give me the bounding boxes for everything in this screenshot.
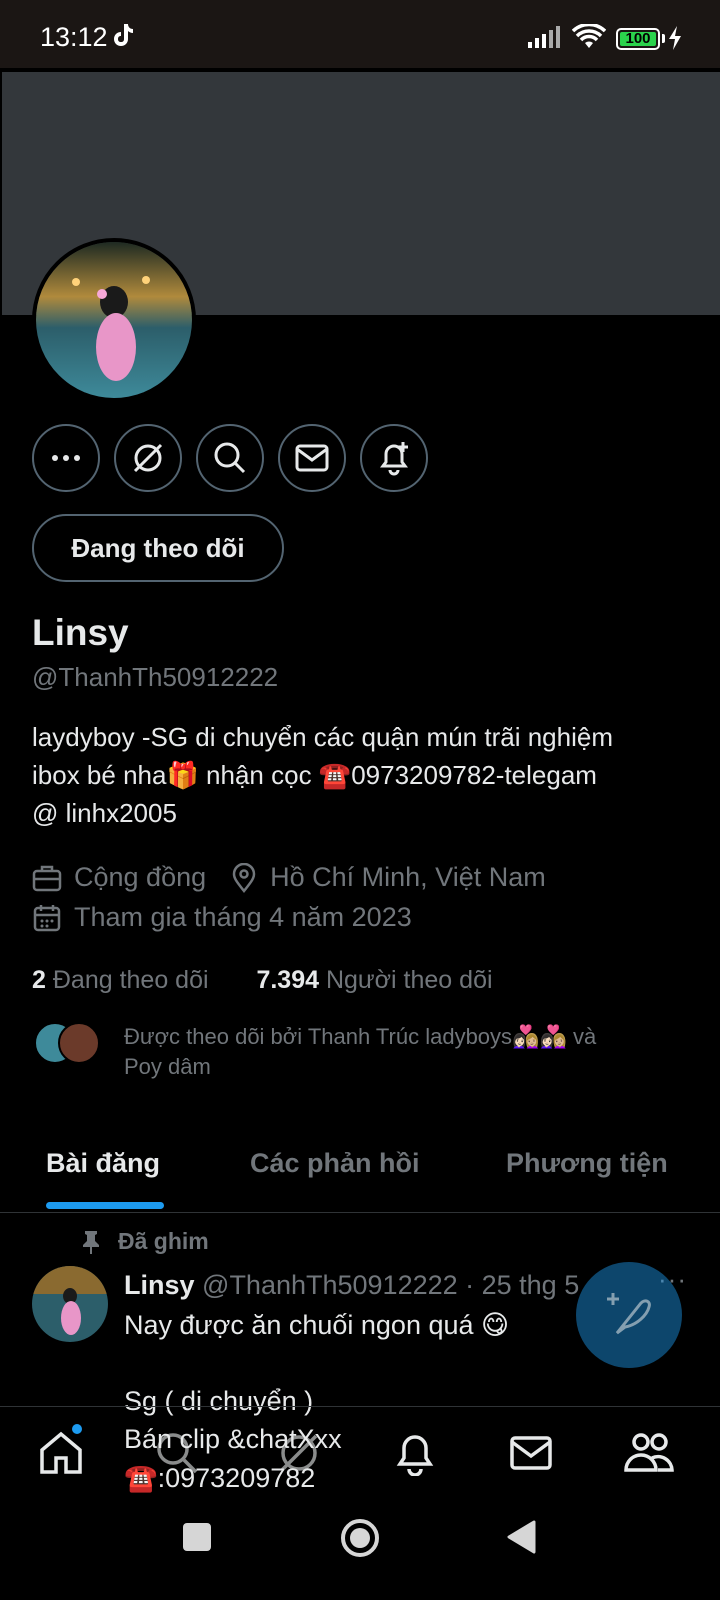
location-icon (232, 862, 256, 893)
follower-avatar (58, 1022, 100, 1064)
active-tab-indicator (46, 1202, 164, 1209)
gift-emoji: 🎁 (166, 760, 199, 790)
status-time: 13:12 (40, 22, 108, 52)
pin-icon (83, 1230, 99, 1254)
tab-posts[interactable]: Bài đăng (46, 1148, 160, 1179)
join-date-row: Tham gia tháng 4 năm 2023 (32, 902, 412, 933)
wifi-icon (572, 24, 606, 48)
home-circle-button[interactable] (340, 1518, 380, 1558)
post-author[interactable]: Linsy (124, 1270, 195, 1300)
battery-icon: 100 (616, 28, 660, 50)
tiktok-icon (114, 24, 133, 46)
signal-icon (528, 26, 560, 48)
charging-bolt-icon (669, 26, 681, 50)
status-bar: 13:12 100 (0, 0, 720, 68)
post-text: Sg ( di chuyển ) (124, 1386, 314, 1416)
followed-by-text[interactable]: Được theo dõi bởi Thanh Trúc ladyboys👩🏻‍… (124, 1022, 664, 1082)
grok-icon[interactable] (276, 1430, 322, 1476)
location-label: Hồ Chí Minh, Việt Nam (270, 862, 546, 892)
briefcase-icon (32, 865, 62, 891)
more-button[interactable] (32, 424, 100, 492)
followers-stat[interactable]: 7.394 Người theo dõi (256, 966, 492, 994)
profile-tabs: Bài đăng Các phản hồi Phương tiện (0, 1120, 720, 1212)
following-stat[interactable]: 2 Đang theo dõi (32, 966, 209, 994)
bell-plus-icon (380, 442, 408, 476)
post-avatar[interactable] (32, 1266, 108, 1342)
mail-icon[interactable] (508, 1430, 554, 1476)
grok-icon (133, 443, 163, 473)
tab-replies[interactable]: Các phản hồi (250, 1148, 420, 1179)
nav-divider (0, 1406, 720, 1407)
back-triangle-button[interactable] (506, 1520, 536, 1554)
bell-icon[interactable] (392, 1430, 438, 1476)
home-icon[interactable] (38, 1430, 84, 1476)
tab-media[interactable]: Phương tiện (506, 1148, 668, 1179)
pinned-label: Đã ghim (80, 1228, 209, 1255)
bio: laydyboy -SG di chuyển các quận mún trãi… (32, 718, 692, 832)
follow-stats: 2 Đang theo dõi 7.394 Người theo dõi (32, 966, 493, 995)
message-button[interactable] (278, 424, 346, 492)
phone-emoji: ☎️ (318, 760, 352, 790)
divider (0, 1212, 720, 1213)
search-profile-button[interactable] (196, 424, 264, 492)
bio-link[interactable]: @ linhx2005 (32, 794, 692, 832)
mail-icon (295, 444, 329, 472)
following-button[interactable]: Đang theo dõi (32, 514, 284, 582)
post-header: Linsy @ThanhTh50912222 · 25 thg 5 (124, 1270, 579, 1301)
compose-button[interactable] (576, 1262, 682, 1368)
profile-avatar[interactable] (32, 238, 196, 402)
bio-line: ibox bé nha🎁 nhận cọc ☎️0973209782-teleg… (32, 760, 597, 790)
grok-button[interactable] (114, 424, 182, 492)
feather-plus-icon (607, 1293, 651, 1335)
user-handle: @ThanhTh50912222 (32, 662, 279, 692)
join-date: Tham gia tháng 4 năm 2023 (74, 902, 412, 932)
post-text: Nay được ăn chuối ngon quá 😋 (124, 1310, 510, 1340)
search-icon (214, 442, 246, 474)
profile-meta: Cộng đồng Hồ Chí Minh, Việt Nam (32, 862, 546, 893)
post-meta: @ThanhTh50912222 · 25 thg 5 (194, 1270, 580, 1300)
bio-line: laydyboy -SG di chuyển các quận mún trãi… (32, 722, 613, 752)
search-icon[interactable] (154, 1430, 200, 1476)
display-name: Linsy (32, 612, 129, 653)
category-label: Cộng đồng (74, 862, 207, 892)
calendar-icon (33, 904, 61, 931)
system-navigation-bar (0, 1500, 720, 1600)
notify-button[interactable] (360, 424, 428, 492)
communities-icon[interactable] (624, 1430, 674, 1476)
recents-square-button[interactable] (182, 1522, 212, 1552)
more-icon (52, 455, 80, 461)
